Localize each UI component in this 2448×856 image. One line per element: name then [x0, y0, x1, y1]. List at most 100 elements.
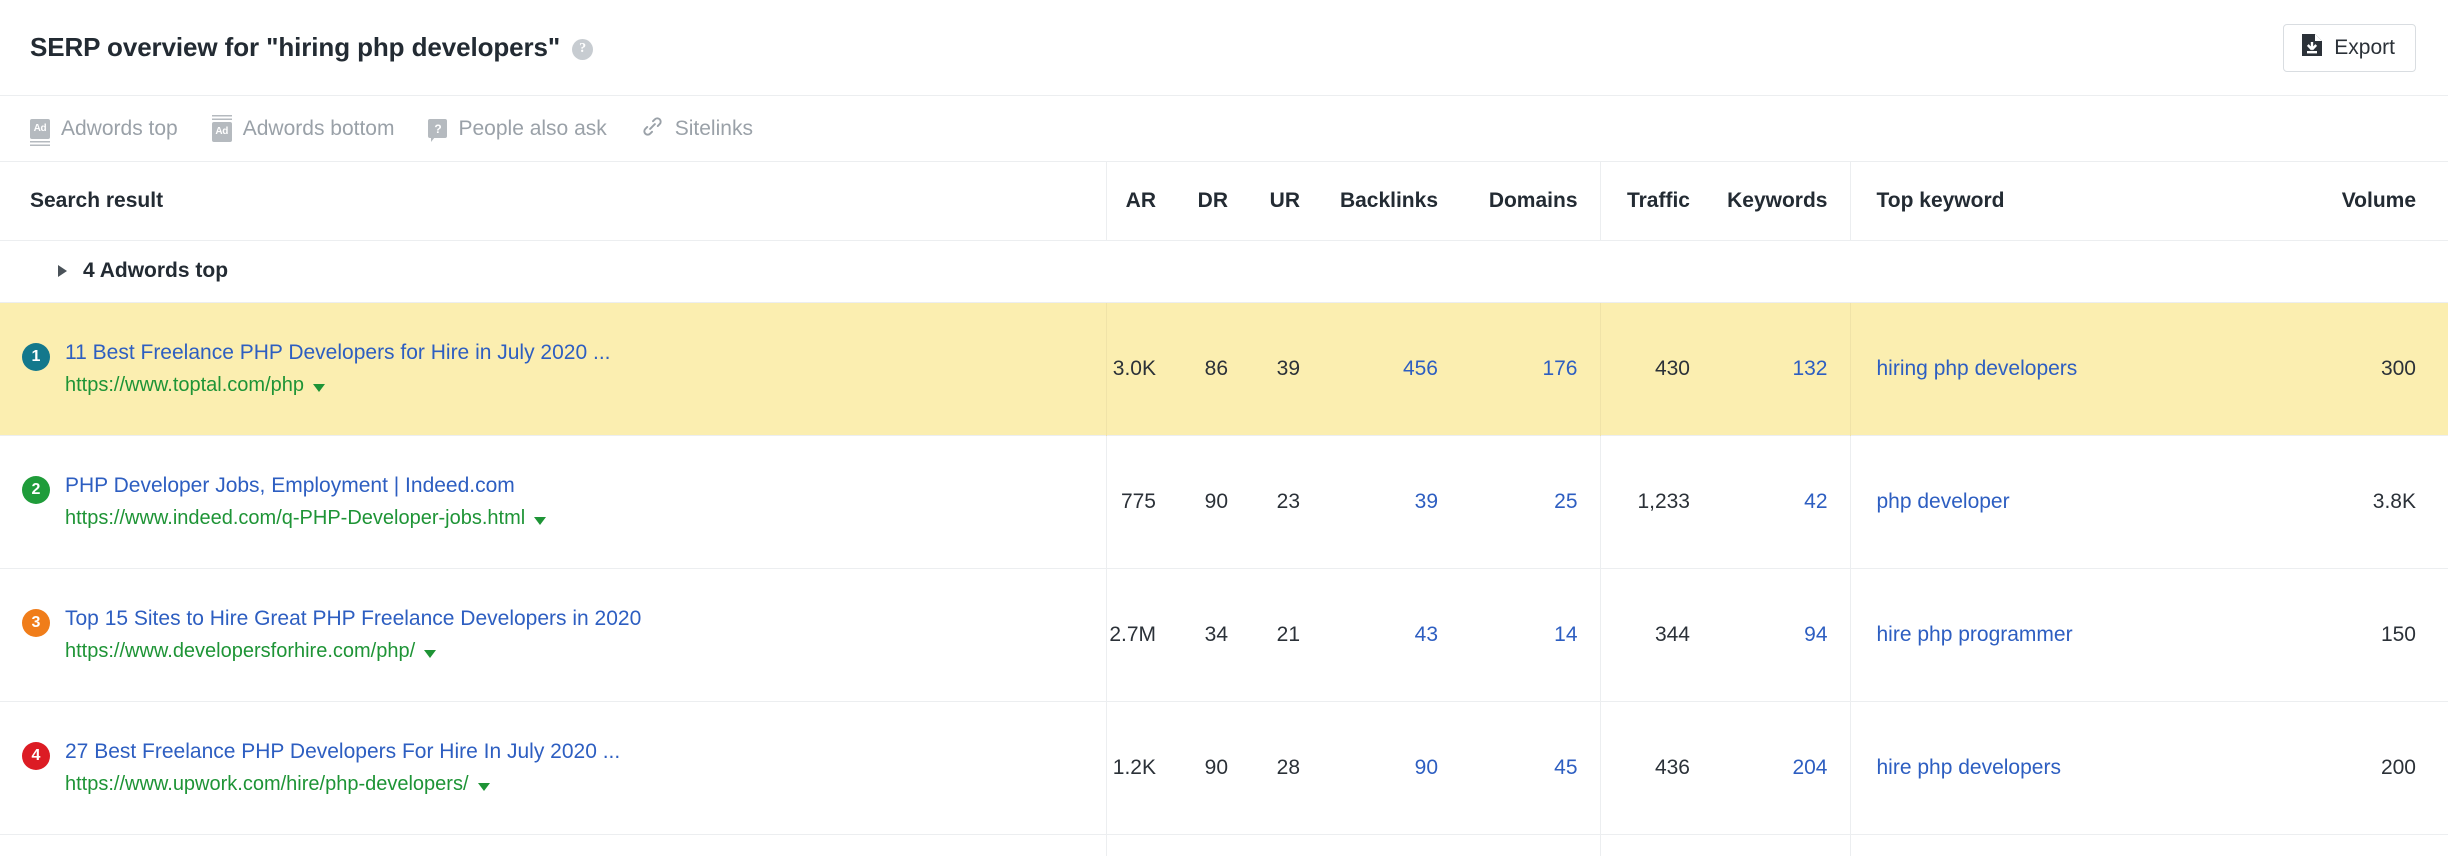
cell-ur: 28 [1276, 755, 1300, 779]
column-header-ur[interactable]: UR [1250, 162, 1322, 240]
tab-adwords-bottom[interactable]: Ad Adwords bottom [211, 114, 395, 142]
tab-people-also-ask-label: People also ask [458, 116, 607, 140]
rank-badge: 3 [22, 608, 50, 637]
table-row[interactable]: 2 PHP Developer Jobs, Employment | Indee… [0, 435, 2448, 568]
column-header-ar[interactable]: AR [1105, 162, 1178, 240]
tab-sitelinks-label: Sitelinks [674, 116, 753, 140]
cell-ur: 39 [1250, 302, 1322, 435]
group-row-adwords-top[interactable]: 4 Adwords top [0, 240, 2448, 303]
chevron-down-icon[interactable] [477, 782, 490, 791]
cell-volume: 200 [2380, 755, 2416, 779]
table-row[interactable]: 5 16 Best Sites to Hire PHP Developers [… [0, 834, 2448, 856]
cell-dr: 86 [1178, 302, 1250, 435]
ad-top-icon: Ad [30, 118, 50, 146]
cell-dr: 34 [1204, 622, 1228, 646]
cell-backlinks[interactable]: 39 [1322, 435, 1460, 568]
cell-ar: 1.2K [1105, 701, 1178, 834]
cell-ar: 775 [1105, 435, 1178, 568]
column-header-dr[interactable]: DR [1178, 162, 1250, 240]
cell-ar: 2.7M [1105, 568, 1178, 701]
serp-results-table: Search result AR DR UR Backlinks Domains… [0, 162, 2448, 856]
cell-backlinks[interactable]: 90 [1322, 701, 1460, 834]
result-title-link[interactable]: Top 15 Sites to Hire Great PHP Freelance… [65, 606, 641, 631]
link-chain-icon [641, 115, 664, 143]
column-header-volume[interactable]: Volume [2210, 162, 2448, 240]
result-url-link[interactable]: https://www.upwork.com/hire/php-develope… [65, 773, 469, 796]
rank-badge: 2 [22, 475, 50, 504]
cell-volume: 300 [2210, 834, 2448, 856]
cell-top-keyword[interactable]: hire php developers [1849, 701, 2210, 834]
cell-ur: 21 [1276, 622, 1300, 646]
column-header-domains[interactable]: Domains [1460, 162, 1600, 240]
result-url-link[interactable]: https://www.toptal.com/php [65, 374, 304, 397]
column-header-top-keyword[interactable]: Top keyword [1849, 162, 2210, 240]
result-cell: 2 PHP Developer Jobs, Employment | Indee… [0, 435, 1106, 568]
cell-dr: 90 [1204, 489, 1228, 513]
serp-feature-filters: Ad Adwords top Ad Adwords bottom ? Peopl… [0, 96, 2448, 162]
cell-traffic: 1,233 [1599, 435, 1712, 568]
export-button[interactable]: Export [2283, 23, 2416, 72]
cell-top-keyword[interactable]: hiring php developers [1849, 834, 2210, 856]
chevron-down-icon[interactable] [534, 516, 547, 525]
table-row[interactable]: 4 27 Best Freelance PHP Developers For H… [0, 701, 2448, 834]
cell-ur: 18 [1250, 834, 1322, 856]
tab-adwords-bottom-label: Adwords bottom [242, 116, 395, 140]
question-mark-icon[interactable]: ? [572, 38, 594, 60]
cell-traffic: 436 [1599, 701, 1712, 834]
group-row-label: 4 Adwords top [83, 259, 229, 282]
page-title: SERP overview for "hiring php developers… [30, 32, 561, 62]
file-download-icon [2301, 33, 2323, 62]
tab-people-also-ask[interactable]: ? People also ask [428, 116, 607, 142]
cell-keywords[interactable]: 204 [1712, 701, 1850, 834]
column-header-keywords[interactable]: Keywords [1712, 162, 1850, 240]
column-header-traffic[interactable]: Traffic [1599, 162, 1712, 240]
cell-ar: 3.0K [1105, 302, 1178, 435]
tab-sitelinks[interactable]: Sitelinks [641, 115, 753, 143]
tab-adwords-top-label: Adwords top [61, 116, 178, 140]
result-url-link[interactable]: https://www.developersforhire.com/php/ [65, 640, 415, 663]
cell-backlinks[interactable]: 456 [1322, 302, 1460, 435]
table-row[interactable]: 3 Top 15 Sites to Hire Great PHP Freelan… [0, 568, 2448, 701]
table-header: Search result AR DR UR Backlinks Domains… [0, 162, 2448, 240]
table-row[interactable]: 1 11 Best Freelance PHP Developers for H… [0, 302, 2448, 435]
result-cell: 5 16 Best Sites to Hire PHP Developers [… [0, 834, 1106, 856]
cell-domains[interactable]: 14 [1460, 568, 1600, 701]
cell-traffic: 344 [1599, 568, 1712, 701]
cell-dr: 50 [1178, 834, 1250, 856]
chevron-down-icon[interactable] [313, 383, 326, 392]
cell-backlinks[interactable]: 9 [1322, 834, 1460, 856]
cell-domains[interactable]: 176 [1460, 302, 1600, 435]
column-header-backlinks[interactable]: Backlinks [1322, 162, 1460, 240]
cell-traffic: 430 [1599, 302, 1712, 435]
cell-keywords[interactable]: 42 [1712, 435, 1850, 568]
cell-keywords[interactable]: 132 [1712, 302, 1850, 435]
result-title-link[interactable]: 11 Best Freelance PHP Developers for Hir… [65, 340, 611, 365]
export-button-label: Export [2334, 35, 2395, 59]
cell-top-keyword[interactable]: php developer [1849, 435, 2210, 568]
cell-domains[interactable]: 25 [1460, 435, 1600, 568]
column-header-search-result[interactable]: Search result [0, 162, 1106, 240]
rank-badge: 4 [22, 741, 50, 770]
cell-top-keyword[interactable]: hiring php developers [1849, 302, 2210, 435]
cell-top-keyword[interactable]: hire php programmer [1849, 568, 2210, 701]
cell-keywords[interactable]: 94 [1712, 568, 1850, 701]
result-title-link[interactable]: 27 Best Freelance PHP Developers For Hir… [65, 739, 620, 764]
result-cell: 3 Top 15 Sites to Hire Great PHP Freelan… [0, 568, 1106, 701]
result-url-link[interactable]: https://www.indeed.com/q-PHP-Developer-j… [65, 507, 525, 530]
tab-adwords-top[interactable]: Ad Adwords top [30, 116, 178, 146]
rank-badge: 1 [22, 342, 50, 371]
cell-domains[interactable]: 9 [1460, 834, 1600, 856]
cell-domains[interactable]: 45 [1460, 701, 1600, 834]
caret-right-icon[interactable] [58, 265, 67, 277]
serp-overview-panel: SERP overview for "hiring php developers… [0, 0, 2448, 856]
cell-ar: 636K [1105, 834, 1178, 856]
result-title-link[interactable]: PHP Developer Jobs, Employment | Indeed.… [65, 473, 546, 498]
result-cell: 1 11 Best Freelance PHP Developers for H… [0, 302, 1106, 435]
cell-keywords[interactable]: 15 [1712, 834, 1850, 856]
cell-backlinks[interactable]: 43 [1322, 568, 1460, 701]
cell-traffic: 52 [1599, 834, 1712, 856]
chevron-down-icon[interactable] [424, 649, 437, 658]
cell-volume: 150 [2380, 622, 2416, 646]
cell-ur: 23 [1276, 489, 1300, 513]
cell-volume: 3.8K [2372, 489, 2416, 513]
